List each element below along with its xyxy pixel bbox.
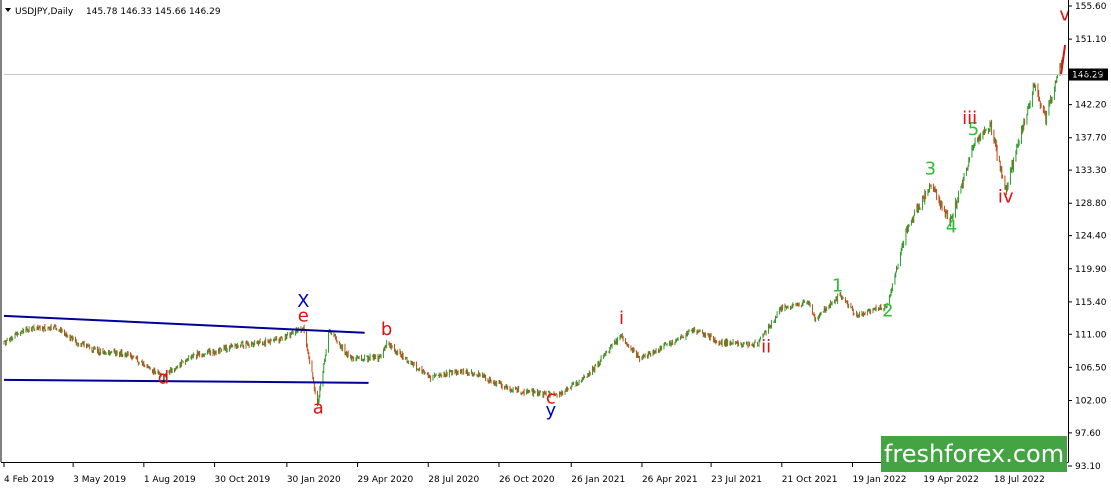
- price-tick-label: 102.00: [1075, 396, 1107, 406]
- time-tick-label: 30 Oct 2019: [215, 475, 271, 485]
- wave-label: y: [545, 400, 556, 421]
- wave-label: 3: [925, 159, 936, 180]
- price-tick-label: 155.60: [1075, 2, 1107, 12]
- time-tick-label: 26 Jan 2021: [571, 475, 625, 485]
- time-tick-label: 28 Jul 2020: [428, 475, 479, 485]
- wave-label: a: [313, 398, 324, 419]
- wave-label: iii: [962, 108, 977, 129]
- wave-label: 1: [832, 276, 843, 297]
- chart-canvas: 146.29 Xeabdcyiii12345iiiivv 155.60151.1…: [0, 0, 1111, 491]
- watermark-text: freshforex.com: [884, 440, 1064, 468]
- wave-label: i: [619, 308, 624, 329]
- wave-label: e: [298, 306, 309, 327]
- time-tick-label: 18 Jul 2022: [994, 475, 1045, 485]
- price-tick-label: 93.10: [1075, 462, 1101, 472]
- time-tick-label: 23 Jul 2021: [711, 475, 762, 485]
- price-tick-label: 124.40: [1075, 232, 1107, 242]
- time-tick-label: 26 Oct 2020: [499, 475, 555, 485]
- wave-label: d: [158, 368, 169, 389]
- time-tick-label: 30 Jan 2020: [287, 475, 341, 485]
- time-tick-label: 19 Apr 2022: [923, 475, 979, 485]
- symbol-label: USDJPY,Daily: [15, 7, 74, 17]
- price-tick-label: 151.10: [1075, 35, 1107, 45]
- price-tick-label: 128.80: [1075, 199, 1107, 209]
- wave-label: iv: [998, 187, 1014, 208]
- price-tick-label: 142.20: [1075, 101, 1107, 111]
- time-tick-label: 3 May 2019: [73, 475, 126, 485]
- price-tick-label: 146.60: [1075, 68, 1107, 78]
- price-tick-label: 133.30: [1075, 166, 1107, 176]
- wave-label: 4: [946, 217, 957, 238]
- price-tick-label: 119.90: [1075, 265, 1107, 275]
- price-tick-label: 97.60: [1075, 429, 1101, 439]
- price-chart[interactable]: 146.29 Xe a b d c y i ii 1 2 3 4 5 iii iv v 155.60 151.1…: [0, 0, 1111, 491]
- price-tick-label: 106.50: [1075, 363, 1107, 373]
- time-tick-label: 29 Apr 2020: [358, 475, 414, 485]
- time-tick-label: 4 Feb 2019: [4, 475, 55, 485]
- price-tick-label: 115.40: [1075, 298, 1107, 308]
- wave-label: b: [381, 319, 392, 340]
- price-tick-label: 111.00: [1075, 330, 1107, 340]
- ohlc-readout: 145.78 146.33 145.66 146.29: [86, 7, 221, 17]
- time-tick-label: 19 Jan 2022: [853, 475, 907, 485]
- wave-label: 2: [882, 301, 893, 322]
- time-tick-label: 21 Oct 2021: [782, 475, 838, 485]
- wave-label: ii: [761, 337, 771, 358]
- price-tick-label: 137.70: [1075, 134, 1107, 144]
- time-tick-label: 1 Aug 2019: [144, 475, 196, 485]
- time-tick-label: 26 Apr 2021: [642, 475, 698, 485]
